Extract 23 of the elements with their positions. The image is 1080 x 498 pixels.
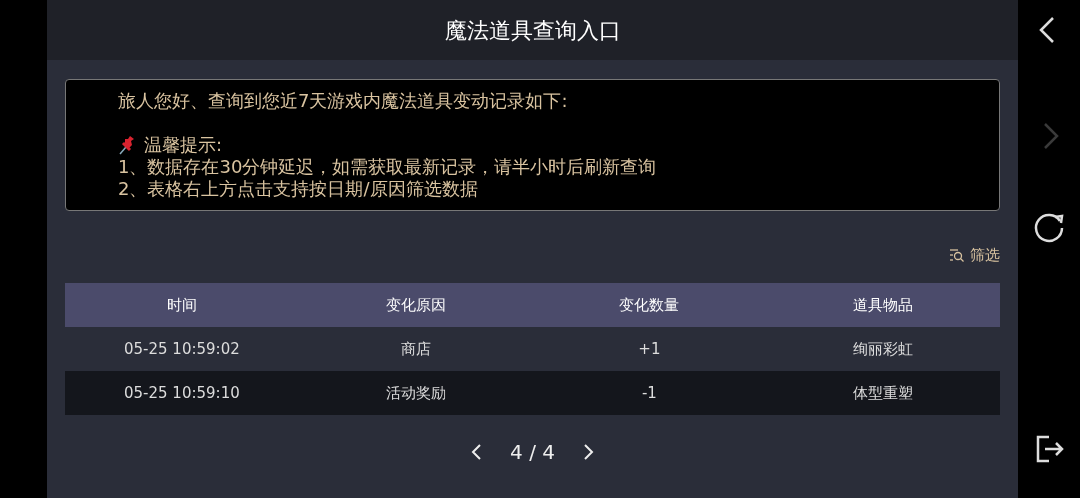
tip-text: 2、表格右上方点击支持按日期/原因筛选数据 — [118, 178, 479, 200]
previous-page-icon[interactable] — [470, 443, 483, 461]
table-cell: -1 — [641, 383, 657, 402]
column-header: 时间 — [166, 295, 197, 314]
table-cell: 05-25 10:59:10 — [124, 383, 240, 402]
table-cell: 商店 — [400, 339, 431, 358]
page-indicator: 4 / 4 — [510, 439, 555, 466]
column-header: 变化数量 — [619, 295, 680, 314]
refresh-icon[interactable] — [1033, 212, 1065, 244]
next-page-icon[interactable] — [582, 443, 595, 461]
table-cell: 05-25 10:59:02 — [124, 339, 240, 358]
tips-title: 温馨提示: — [144, 134, 223, 156]
table-cell: 体型重塑 — [853, 383, 914, 402]
tip-text: 1、数据存在30分钟延迟，如需获取最新记录，请半小时后刷新查询 — [118, 156, 658, 178]
table-cell: 活动奖励 — [385, 383, 446, 402]
column-header: 道具物品 — [853, 295, 914, 314]
filter-link[interactable]: 筛选 — [970, 243, 1000, 267]
page-title: 魔法道具查询入口 — [444, 16, 621, 45]
table-cell: +1 — [638, 339, 661, 358]
table-cell: 绚丽彩虹 — [853, 339, 914, 358]
notice-greeting: 旅人您好、查询到您近7天游戏内魔法道具变动记录如下: — [118, 90, 569, 112]
filter-search-icon[interactable] — [949, 248, 965, 262]
column-header: 变化原因 — [385, 295, 446, 314]
